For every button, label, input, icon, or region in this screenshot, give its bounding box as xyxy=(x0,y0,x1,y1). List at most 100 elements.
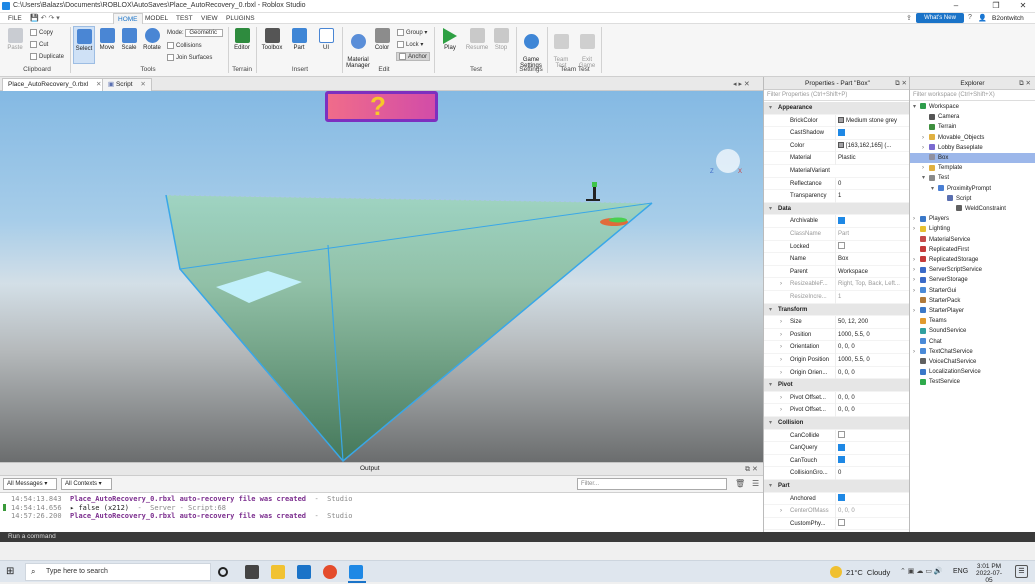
chevron-right-icon[interactable]: › xyxy=(780,341,782,354)
chevron-right-icon[interactable]: › xyxy=(780,354,782,367)
property-checkbox[interactable] xyxy=(835,429,909,443)
chevron-right-icon[interactable]: › xyxy=(780,316,782,329)
play-button[interactable]: Play xyxy=(439,28,461,51)
explorer-item[interactable]: WeldConstraint xyxy=(910,204,1035,214)
mode-selector[interactable]: Mode: Geometric xyxy=(167,29,224,37)
property-value[interactable]: 50, 12, 200 xyxy=(835,316,909,329)
chevron-right-icon[interactable]: › xyxy=(913,214,920,224)
unchecked-box-icon[interactable] xyxy=(838,519,845,527)
property-row[interactable]: CustomPhy... xyxy=(764,517,909,531)
property-checkbox[interactable] xyxy=(835,442,909,455)
explorer-item[interactable]: SoundService xyxy=(910,326,1035,336)
property-row[interactable]: › CenterOfMass 0, 0, 0 xyxy=(764,505,909,518)
explorer-item[interactable]: › ServerScriptService xyxy=(910,265,1035,275)
collisions-checkbox[interactable] xyxy=(167,42,174,49)
chevron-right-icon[interactable]: › xyxy=(913,286,920,296)
chevron-right-icon[interactable]: › xyxy=(780,278,782,291)
stop-button[interactable]: Stop xyxy=(491,28,511,51)
chevron-down-icon[interactable]: ▾ xyxy=(769,304,772,317)
property-value[interactable]: 1 xyxy=(835,291,909,304)
output-filter-input[interactable]: Filter... xyxy=(577,478,727,490)
explorer-item[interactable]: Terrain xyxy=(910,122,1035,132)
explorer-item[interactable]: › ReplicatedStorage xyxy=(910,255,1035,265)
explorer-item[interactable]: › Movable_Objects xyxy=(910,133,1035,143)
close-icon[interactable]: ✕ xyxy=(140,81,145,88)
property-value[interactable]: Part xyxy=(835,228,909,241)
tab-model[interactable]: MODEL xyxy=(141,13,172,24)
property-row[interactable]: CanCollide xyxy=(764,429,909,443)
view-cube-icon[interactable]: Z X xyxy=(710,149,744,177)
property-value[interactable]: Workspace xyxy=(835,265,909,279)
username[interactable]: B2ontwitch xyxy=(992,15,1024,22)
property-row[interactable]: Name Box xyxy=(764,253,909,266)
property-row[interactable]: CanQuery xyxy=(764,442,909,455)
notification-icon[interactable]: ☰ xyxy=(1015,565,1028,578)
ui-button[interactable]: UI xyxy=(316,28,336,51)
context-filter-dropdown[interactable]: All Contexts ▾ xyxy=(61,478,112,490)
chevron-right-icon[interactable]: › xyxy=(780,367,782,380)
property-row[interactable]: › Pivot Offset... 0, 0, 0 xyxy=(764,404,909,417)
chevron-right-icon[interactable]: › xyxy=(780,505,782,518)
chevron-right-icon[interactable]: › xyxy=(913,265,920,275)
property-category[interactable]: ▾ Part xyxy=(764,480,909,493)
join-surfaces-checkbox[interactable] xyxy=(167,54,174,61)
tab-menu-icon[interactable]: ◂ ▸ ✕ xyxy=(733,80,750,88)
explorer-item[interactable]: LocalizationService xyxy=(910,367,1035,377)
explorer-item[interactable]: Box xyxy=(910,153,1035,164)
property-row[interactable]: › Position 1000, 5.5, 0 xyxy=(764,328,909,342)
chevron-right-icon[interactable]: › xyxy=(913,224,920,234)
color-button[interactable]: Color xyxy=(372,28,392,51)
property-value[interactable]: Box xyxy=(835,253,909,266)
tray-icons[interactable]: ⌃ ▣ ☁ ▭ 🔊 xyxy=(900,567,943,575)
group-button[interactable]: Group ▾ xyxy=(397,29,427,36)
property-row[interactable]: Transparency 1 xyxy=(764,190,909,203)
property-row[interactable]: › Origin Position 1000, 5.5, 0 xyxy=(764,354,909,367)
property-row[interactable]: › Orientation 0, 0, 0 xyxy=(764,341,909,354)
close-icon[interactable]: ✕ xyxy=(1012,1,1034,12)
properties-filter-input[interactable]: Filter Properties (Ctrl+Shift+P) xyxy=(764,90,909,101)
tab-test[interactable]: TEST xyxy=(172,13,197,24)
property-row[interactable]: › Size 50, 12, 200 xyxy=(764,316,909,329)
anchor-button[interactable]: Anchor xyxy=(396,52,431,62)
tab-place-file[interactable]: Place_AutoRecovery_0.rbxl ✕ xyxy=(2,78,108,91)
explorer-item[interactable]: VoiceChatService xyxy=(910,357,1035,367)
property-row[interactable]: ResizeIncre... 1 xyxy=(764,291,909,304)
explorer-item[interactable]: › Lobby Baseplate xyxy=(910,143,1035,153)
property-checkbox[interactable] xyxy=(835,127,909,140)
property-row[interactable]: CastShadow xyxy=(764,127,909,140)
scale-tool-button[interactable]: Scale xyxy=(119,28,139,51)
property-value[interactable]: 0, 0, 0 xyxy=(835,341,909,354)
property-row[interactable]: MaterialVariant xyxy=(764,165,909,178)
property-checkbox[interactable] xyxy=(835,215,909,228)
property-row[interactable]: ClassName Part xyxy=(764,228,909,241)
quick-access-icons[interactable]: 💾 ↶ ↷ ▾ xyxy=(30,14,60,22)
chevron-right-icon[interactable]: › xyxy=(913,347,920,357)
explorer-item[interactable]: › Players xyxy=(910,214,1035,224)
color-swatch-icon[interactable] xyxy=(838,142,844,149)
property-value[interactable]: 0, 0, 0 xyxy=(835,366,909,380)
chevron-down-icon[interactable]: ▾ xyxy=(769,203,772,216)
property-row[interactable]: Locked xyxy=(764,240,909,254)
material-manager-button[interactable]: Material Manager xyxy=(344,28,372,69)
paste-button[interactable]: Paste xyxy=(4,28,26,51)
checked-box-icon[interactable] xyxy=(838,456,845,464)
output-panel-controls-icon[interactable]: ⧉ ✕ xyxy=(745,465,758,474)
move-tool-button[interactable]: Move xyxy=(97,28,117,51)
duplicate-button[interactable]: Duplicate xyxy=(30,53,64,60)
chevron-down-icon[interactable]: ▾ xyxy=(769,417,772,430)
exit-game-button[interactable]: Exit Game xyxy=(576,28,598,69)
property-row[interactable]: › Pivot Offset... 0, 0, 0 xyxy=(764,391,909,405)
property-value[interactable]: 0, 0, 0 xyxy=(835,505,909,518)
explorer-item[interactable]: Teams xyxy=(910,316,1035,326)
chevron-down-icon[interactable]: ▾ xyxy=(922,173,929,183)
menu-icon[interactable]: ☰ xyxy=(752,479,759,488)
property-value[interactable]: [163,162,165] (... xyxy=(835,139,909,153)
explorer-item[interactable]: ▾ Test xyxy=(910,173,1035,183)
explorer-item[interactable]: TestService xyxy=(910,377,1035,387)
explorer-item[interactable]: MaterialService xyxy=(910,235,1035,245)
property-value[interactable]: 0, 0, 0 xyxy=(835,404,909,417)
tab-plugins[interactable]: PLUGINS xyxy=(222,13,259,24)
explorer-item[interactable]: Camera xyxy=(910,112,1035,122)
chevron-right-icon[interactable]: › xyxy=(780,392,782,405)
property-value[interactable]: Medium stone grey xyxy=(835,114,909,128)
